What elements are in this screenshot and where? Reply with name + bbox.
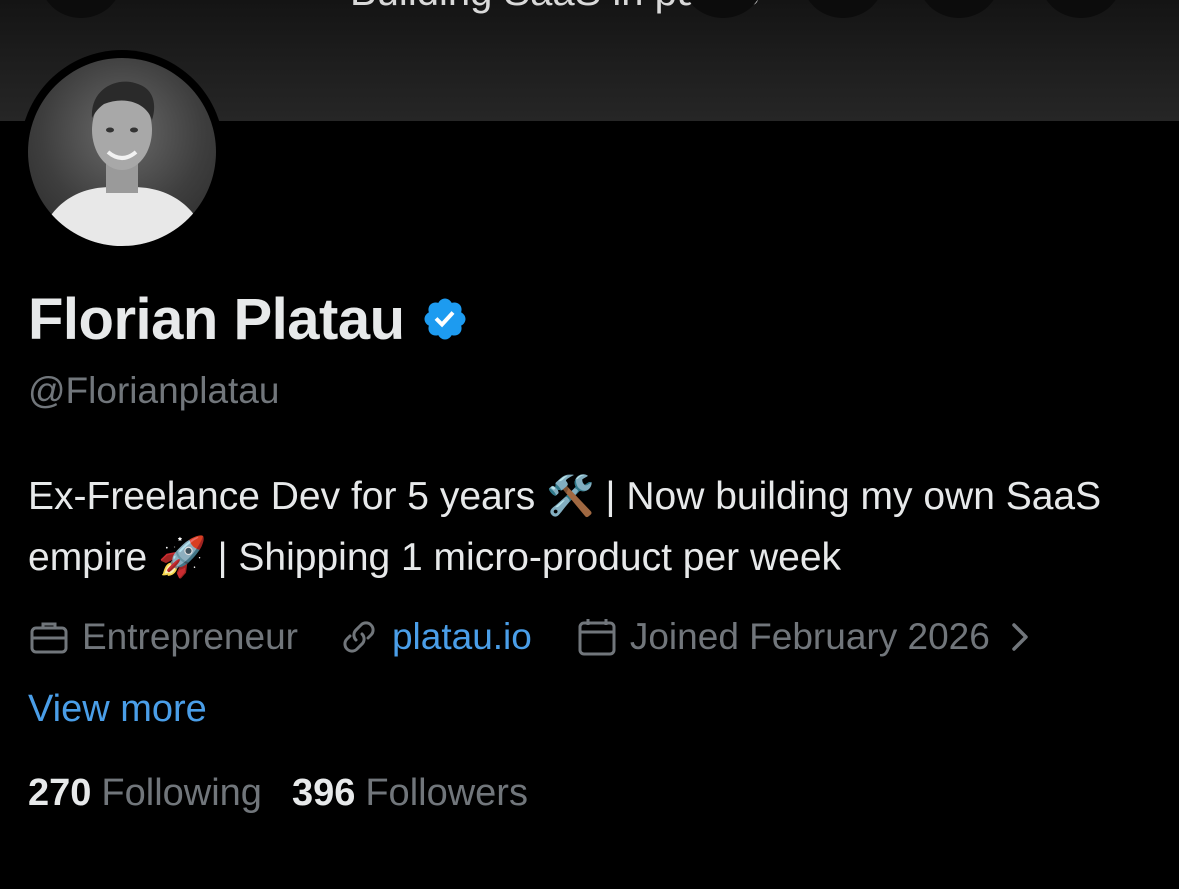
briefcase-icon <box>28 616 70 658</box>
banner-back-button[interactable] <box>40 0 122 18</box>
verified-badge-icon[interactable] <box>421 295 469 343</box>
profile-name-row: Florian Platau <box>28 284 469 354</box>
followers-count: 396 <box>291 772 356 814</box>
link-icon <box>338 616 380 658</box>
profile-joined[interactable]: Joined February 2026 <box>576 616 1034 658</box>
banner-action-button[interactable] <box>1040 0 1122 18</box>
profile-stats: 270 Following 396 Followers <box>28 772 558 815</box>
banner-action-button[interactable] <box>802 0 884 18</box>
calendar-icon <box>576 616 618 658</box>
profile-category: Entrepreneur <box>28 616 298 658</box>
avatar[interactable] <box>20 50 224 254</box>
profile-category-label: Entrepreneur <box>82 616 298 657</box>
profile-handle: @Florianplatau <box>28 370 280 411</box>
profile-website-link[interactable]: platau.io <box>392 616 532 658</box>
view-more-link[interactable]: View more <box>28 688 207 731</box>
profile-website[interactable]: platau.io <box>338 616 532 658</box>
profile-joined-label: Joined February 2026 <box>629 616 990 657</box>
following-count: 270 <box>28 772 92 814</box>
chevron-right-icon <box>1006 619 1034 655</box>
banner-action-button[interactable] <box>918 0 1000 18</box>
following-label: Following <box>101 772 262 814</box>
followers-stat[interactable]: 396 Followers <box>292 772 528 815</box>
profile-meta: Entrepreneur platau.io Joined February 2… <box>28 612 1034 662</box>
avatar-photo <box>28 58 216 246</box>
profile-name: Florian Platau <box>28 286 405 352</box>
profile-bio: Ex-Freelance Dev for 5 years 🛠️ | Now bu… <box>28 475 1102 579</box>
following-stat[interactable]: 270 Following <box>28 772 262 815</box>
followers-label: Followers <box>365 772 528 814</box>
